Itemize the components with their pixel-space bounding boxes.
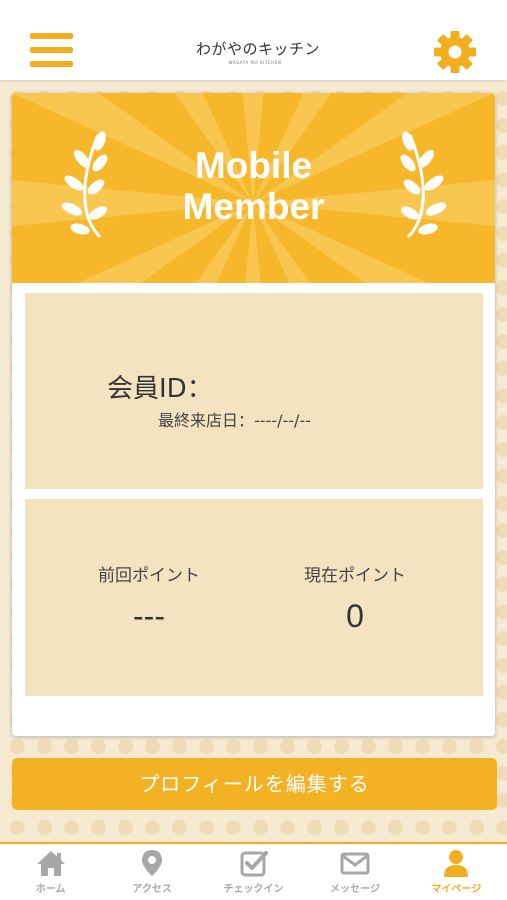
member-id-label: 会員ID： [107, 374, 213, 404]
tab-label-message: メッセージ [330, 884, 380, 895]
banner-title-line1: Mobile [194, 145, 313, 186]
edit-profile-button[interactable]: プロフィールを編集する [12, 758, 497, 810]
current-points-value: 0 [346, 598, 364, 634]
member-card: Mobile Member 会員ID： 最終来店日：----/--/-- 前回ポ… [12, 93, 495, 736]
banner-title-line2: Member [182, 186, 325, 227]
tab-label-checkin: チェックイン [223, 884, 284, 895]
member-info-panel: 会員ID： 最終来店日：----/--/-- [25, 293, 483, 489]
member-id: 会員ID： [107, 368, 219, 405]
tab-label-access: アクセス [132, 884, 172, 895]
tab-access[interactable]: アクセス [101, 844, 202, 900]
app-logo: わがやのキッチン WAGAYA NO KITCHEN [196, 38, 321, 68]
tab-mypage[interactable]: マイページ [406, 844, 507, 900]
previous-points-value: --- [133, 598, 165, 634]
hamburger-menu-icon[interactable] [30, 33, 74, 71]
bottom-tab-bar: ホーム アクセス チェックイン メッセージ マイページ [0, 842, 507, 900]
last-visit-value: ----/--/-- [254, 411, 311, 430]
mobile-member-banner: Mobile Member [12, 93, 495, 283]
tab-home[interactable]: ホーム [0, 844, 101, 900]
map-pin-icon [142, 850, 163, 876]
checkbox-icon [240, 851, 268, 877]
current-points: 現在ポイント 0 [255, 561, 455, 635]
logo-subtext: WAGAYA NO KITCHEN [228, 60, 282, 65]
last-visit-label: 最終来店日： [158, 411, 255, 430]
points-panel: 前回ポイント --- 現在ポイント 0 [25, 499, 483, 696]
tab-checkin[interactable]: チェックイン [203, 844, 304, 900]
laurel-right-icon [400, 131, 447, 239]
current-points-label: 現在ポイント [304, 566, 406, 586]
tab-message[interactable]: メッセージ [304, 844, 405, 900]
gear-icon[interactable] [433, 30, 477, 74]
envelope-icon [340, 852, 370, 875]
last-visit: 最終来店日：----/--/-- [158, 407, 311, 431]
home-icon [36, 851, 65, 876]
logo-text: わがやのキッチン [196, 40, 321, 58]
tab-label-mypage: マイページ [431, 884, 482, 895]
user-icon [444, 850, 469, 877]
tab-label-home: ホーム [35, 884, 66, 895]
previous-points: 前回ポイント --- [49, 561, 249, 635]
previous-points-label: 前回ポイント [98, 566, 200, 586]
banner-title: Mobile Member [112, 145, 395, 227]
app-header: わがやのキッチン WAGAYA NO KITCHEN [0, 0, 507, 80]
laurel-left-icon [61, 131, 108, 239]
